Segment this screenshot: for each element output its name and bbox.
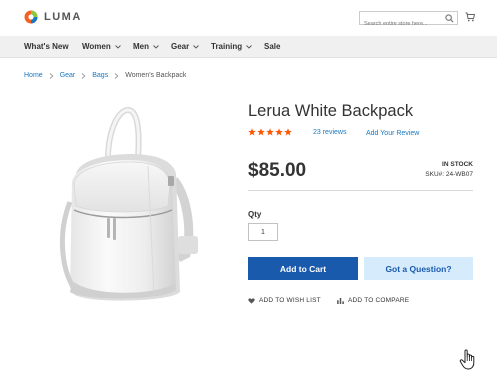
logo-text: LUMA xyxy=(44,11,82,23)
search-icon[interactable] xyxy=(445,14,454,23)
sku-value: 24-WB07 xyxy=(445,171,473,178)
main-nav: What's New Women Men Gear Training Sale xyxy=(0,36,497,58)
nav-item-men[interactable]: Men xyxy=(133,42,159,51)
wishlist-label: ADD TO WISH LIST xyxy=(259,297,321,304)
header: LUMA xyxy=(0,0,497,36)
search-box xyxy=(359,11,458,30)
chevron-right-icon xyxy=(114,72,119,79)
breadcrumb-home[interactable]: Home xyxy=(24,72,43,79)
breadcrumb-bags[interactable]: Bags xyxy=(92,72,108,79)
breadcrumb-gear[interactable]: Gear xyxy=(60,72,76,79)
add-review-link[interactable]: Add Your Review xyxy=(366,130,419,137)
star-icon xyxy=(248,128,256,136)
add-to-wishlist-link[interactable]: ADD TO WISH LIST xyxy=(248,297,321,304)
nav-item-label: Women xyxy=(82,42,111,51)
got-a-question-button[interactable]: Got a Question? xyxy=(364,257,473,280)
nav-item-label: Men xyxy=(133,42,149,51)
product-sku: SKU#: 24-WB07 xyxy=(425,171,473,178)
add-to-compare-link[interactable]: ADD TO COMPARE xyxy=(337,297,409,304)
nav-item-label: Training xyxy=(211,42,243,51)
qty-input[interactable] xyxy=(248,223,278,241)
logo[interactable]: LUMA xyxy=(24,10,82,24)
nav-item-label: What's New xyxy=(24,42,69,51)
product-price: $85.00 xyxy=(248,160,307,181)
product-title: Lerua White Backpack xyxy=(248,102,414,120)
breadcrumb-current: Women's Backpack xyxy=(125,72,187,79)
star-icon xyxy=(275,128,283,136)
qty-label: Qty xyxy=(248,210,262,219)
nav-item-gear[interactable]: Gear xyxy=(171,42,200,51)
product-image[interactable] xyxy=(52,102,202,312)
nav-item-label: Sale xyxy=(264,42,281,51)
compare-label: ADD TO COMPARE xyxy=(348,297,410,304)
nav-item-sale[interactable]: Sale xyxy=(264,42,280,51)
add-to-cart-button[interactable]: Add to Cart xyxy=(248,257,358,280)
sku-label: SKU#: xyxy=(425,171,445,178)
chevron-down-icon xyxy=(114,44,121,49)
chevron-down-icon xyxy=(153,44,159,49)
star-icon xyxy=(257,128,265,136)
search-input[interactable] xyxy=(360,18,457,30)
nav-item-women[interactable]: Women xyxy=(82,42,121,51)
compare-icon xyxy=(337,297,344,304)
nav-item-training[interactable]: Training xyxy=(211,42,252,51)
heart-icon xyxy=(248,297,255,304)
chevron-down-icon xyxy=(246,44,252,49)
logo-icon xyxy=(24,10,38,24)
chevron-right-icon xyxy=(49,72,54,79)
nav-item-label: Gear xyxy=(171,42,190,51)
star-icon xyxy=(266,128,274,136)
hand-cursor-icon xyxy=(459,349,475,370)
chevron-right-icon xyxy=(81,72,86,79)
cart-icon[interactable] xyxy=(465,12,475,22)
star-icon xyxy=(284,128,292,136)
breadcrumb: Home Gear Bags Women's Backpack xyxy=(24,72,186,79)
stock-status: IN STOCK xyxy=(442,161,473,168)
rating-stars xyxy=(248,128,293,136)
divider xyxy=(248,190,473,191)
reviews-link[interactable]: 23 reviews xyxy=(313,129,346,136)
nav-item-whats-new[interactable]: What's New xyxy=(24,42,69,51)
chevron-down-icon xyxy=(193,44,200,49)
